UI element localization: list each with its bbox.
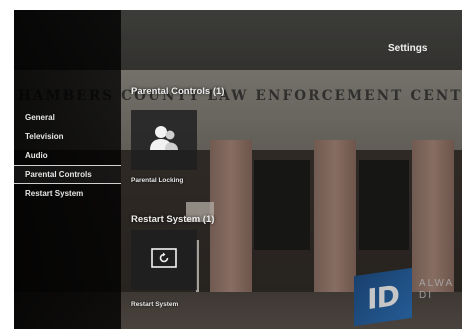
settings-sidebar: General Television Audio Parental Contro… [14,10,121,329]
restart-icon [151,247,177,273]
tile-label-restart-system: Restart System [131,301,179,308]
sidebar-item-general[interactable]: General [14,108,121,127]
sidebar-item-label: Audio [25,151,48,160]
users-icon [149,123,179,158]
sidebar-item-label: Parental Controls [25,170,92,179]
tile-label-parental-locking: Parental Locking [131,177,184,184]
sidebar-item-audio[interactable]: Audio [14,146,121,165]
page-title: Settings [388,43,428,54]
section-title-restart-system: Restart System (1) [131,214,215,225]
sidebar-item-restart-system[interactable]: Restart System [14,184,121,203]
settings-menu: General Television Audio Parental Contro… [14,108,121,203]
section-title-parental-controls: Parental Controls (1) [131,86,225,97]
sidebar-item-label: Restart System [25,189,84,198]
restart-system-tile[interactable] [131,230,197,290]
sidebar-item-label: General [25,113,55,122]
sidebar-item-television[interactable]: Television [14,127,121,146]
parental-locking-tile[interactable] [131,110,197,170]
sidebar-item-label: Television [25,132,64,141]
sidebar-item-parental-controls[interactable]: Parental Controls [14,165,121,184]
tv-screen: HAMBERS COUNTY LAW ENFORCEMENT CENTER ID… [14,10,462,329]
